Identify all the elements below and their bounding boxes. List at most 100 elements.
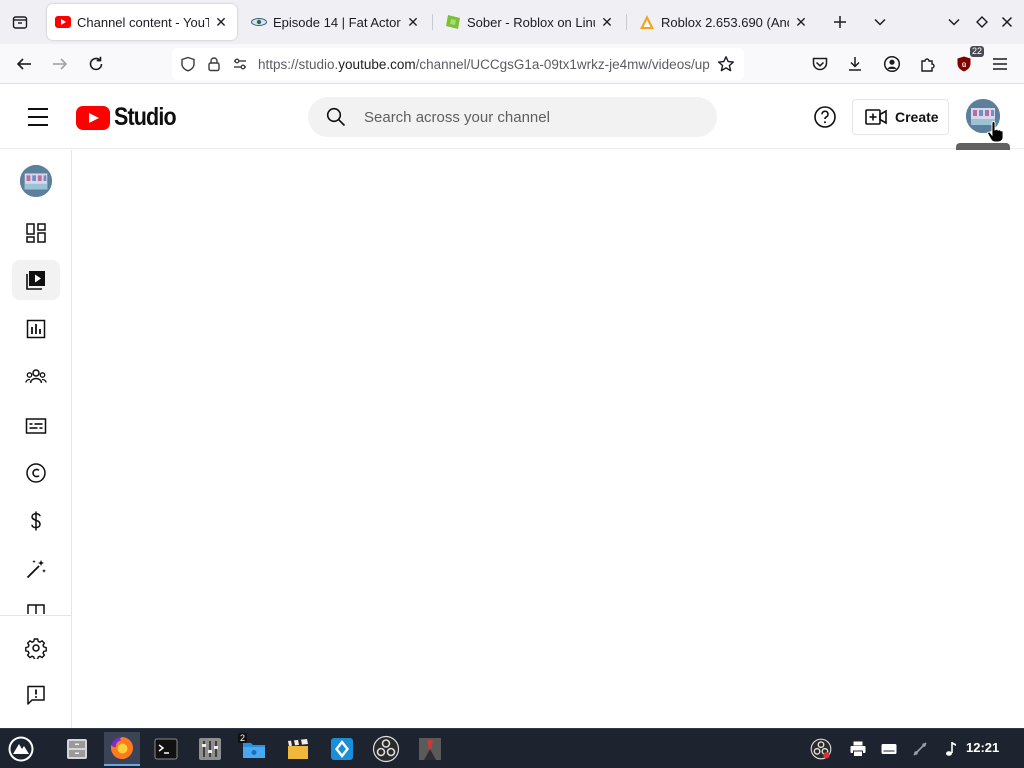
account-circle-icon[interactable]	[878, 50, 906, 78]
window-close-icon[interactable]	[995, 10, 1019, 34]
maximize-diamond-icon[interactable]	[970, 10, 994, 34]
studio-sidebar	[0, 150, 72, 728]
obs-tray-icon[interactable]	[809, 737, 833, 761]
back-arrow-icon[interactable]	[10, 50, 38, 78]
search-input[interactable]	[364, 108, 684, 126]
firefox-icon[interactable]	[104, 732, 140, 766]
youtube-logo-icon	[76, 105, 110, 130]
close-icon[interactable]: ✕	[213, 14, 229, 30]
sidebar-item-dashboard[interactable]	[12, 213, 60, 253]
logo-text: Studio	[114, 103, 177, 131]
dashboard-icon	[26, 223, 46, 243]
sidebar-item-subtitles[interactable]	[12, 406, 60, 446]
community-icon	[25, 369, 47, 384]
tab-separator	[626, 14, 627, 30]
minimize-chevron-icon[interactable]	[942, 10, 966, 34]
chevron-down-icon[interactable]	[868, 10, 892, 34]
feedback-icon	[27, 685, 45, 705]
extensions-puzzle-icon[interactable]	[914, 50, 942, 78]
search-bar[interactable]	[308, 97, 717, 137]
sidebar-item-community[interactable]	[12, 357, 60, 397]
kdenlive-icon[interactable]	[324, 732, 360, 766]
customization-icon	[26, 560, 46, 579]
tab-title: Sober - Roblox on Linux	[467, 14, 595, 30]
earn-icon	[31, 511, 41, 531]
eye-favicon	[251, 14, 267, 30]
sidebar-item-copyright[interactable]	[12, 453, 60, 493]
audio-icon[interactable]	[938, 737, 962, 761]
tab-list-icon[interactable]	[8, 10, 32, 34]
main-content-area	[72, 150, 1024, 728]
create-button[interactable]: Create	[852, 99, 949, 135]
tab-episode-14[interactable]: Episode 14 | Fat Actor | Podcast ✕	[243, 4, 429, 40]
tab-title: Roblox 2.653.690 (Android)	[661, 14, 789, 30]
apkmirror-favicon	[639, 14, 655, 30]
tab-sober-roblox[interactable]: Sober - Roblox on Linux ✕	[437, 4, 623, 40]
url-text[interactable]: https://studio.youtube.com/channel/UCCgs…	[258, 57, 710, 72]
search-icon[interactable]	[324, 105, 348, 129]
sober-favicon	[445, 14, 461, 30]
hamburger-menu-icon[interactable]	[24, 105, 52, 129]
create-video-icon	[865, 109, 887, 125]
help-icon[interactable]	[813, 105, 837, 129]
copyright-icon	[26, 463, 46, 483]
clapperboard-icon[interactable]	[280, 732, 316, 766]
sidebar-item-partial[interactable]	[12, 596, 60, 614]
pocket-icon[interactable]	[806, 50, 834, 78]
tab-title: Channel content - YouTube Studio	[77, 14, 209, 30]
permissions-icon[interactable]	[230, 54, 250, 74]
close-icon[interactable]: ✕	[599, 14, 615, 30]
sidebar-item-analytics[interactable]	[12, 309, 60, 349]
drive-icon[interactable]	[877, 737, 901, 761]
tab-roblox-apk[interactable]: Roblox 2.653.690 (Android) ✕	[631, 4, 817, 40]
sidebar-item-settings[interactable]	[12, 628, 60, 668]
content-icon	[26, 271, 45, 290]
svg-text:ü: ü	[962, 62, 966, 69]
reload-icon[interactable]	[82, 50, 110, 78]
gimp-like-icon[interactable]	[412, 732, 448, 766]
close-icon[interactable]: ✕	[793, 14, 809, 30]
close-icon[interactable]: ✕	[405, 14, 421, 30]
file-manager-icon[interactable]	[59, 732, 95, 766]
lock-icon[interactable]	[204, 54, 224, 74]
tracking-shield-icon[interactable]	[178, 54, 198, 74]
analytics-icon	[26, 319, 46, 339]
sidebar-item-earn[interactable]	[12, 501, 60, 541]
desktop-taskbar: 2 12:21	[0, 728, 1024, 768]
workspace-badge: 2	[238, 733, 248, 743]
tab-title: Episode 14 | Fat Actor | Podcast	[273, 14, 401, 30]
download-icon[interactable]	[841, 50, 869, 78]
ublock-icon[interactable]: ü 22	[950, 46, 984, 78]
sidebar-item-feedback[interactable]	[12, 675, 60, 715]
sidebar-item-content[interactable]	[12, 260, 60, 300]
extension-badge: 22	[969, 46, 984, 57]
tab-channel-content[interactable]: Channel content - YouTube Studio ✕	[47, 4, 237, 40]
sidebar-divider	[0, 615, 72, 616]
studio-header: Studio Create	[0, 85, 1024, 149]
forward-arrow-icon[interactable]	[46, 50, 74, 78]
url-bar[interactable]: https://studio.youtube.com/channel/UCCgs…	[172, 48, 744, 80]
folder-icon[interactable]: 2	[236, 732, 272, 766]
clock: 12:21	[966, 740, 1000, 755]
create-label: Create	[895, 109, 939, 125]
bookmark-star-icon[interactable]	[716, 54, 736, 74]
youtube-icon	[55, 14, 71, 30]
subtitles-icon	[25, 418, 47, 434]
browser-toolbar: https://studio.youtube.com/channel/UCCgs…	[0, 44, 1024, 84]
launcher-icon[interactable]	[3, 732, 39, 766]
printer-icon[interactable]	[846, 737, 870, 761]
channel-avatar[interactable]	[20, 165, 52, 197]
mouse-cursor-icon	[986, 120, 1004, 144]
audio-library-icon	[27, 604, 45, 614]
tab-separator	[432, 14, 433, 30]
network-icon[interactable]	[908, 737, 932, 761]
settings-icon	[25, 638, 47, 659]
mixer-icon[interactable]	[192, 732, 228, 766]
obs-icon[interactable]	[368, 732, 404, 766]
sidebar-item-customization[interactable]	[12, 549, 60, 589]
terminal-icon[interactable]	[148, 732, 184, 766]
studio-logo[interactable]: Studio	[76, 103, 186, 132]
new-tab-icon[interactable]	[828, 10, 852, 34]
app-menu-icon[interactable]	[986, 50, 1014, 78]
browser-tab-strip: Channel content - YouTube Studio ✕ Episo…	[0, 0, 1024, 44]
